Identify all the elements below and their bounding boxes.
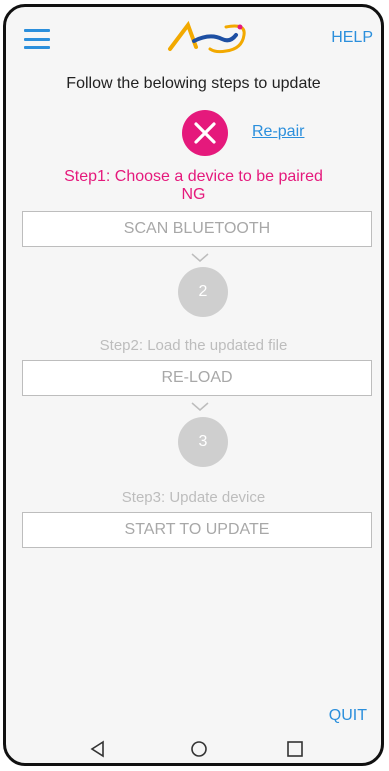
step2-number: 2 <box>198 283 208 300</box>
instructions-text: Follow the belowing steps to update <box>66 75 321 92</box>
reload-button[interactable]: RE-LOAD <box>22 360 372 396</box>
system-navigation-bar <box>6 735 381 763</box>
step3-number: 3 <box>198 433 208 450</box>
phone-frame: HELP Follow the belowing steps to update… <box>3 4 384 766</box>
step1-error-indicator <box>182 110 228 156</box>
triangle-back-icon[interactable] <box>88 739 108 759</box>
scan-bluetooth-button-label: SCAN BLUETOOTH <box>123 220 271 237</box>
app-logo <box>168 20 246 54</box>
start-update-button[interactable]: START TO UPDATE <box>22 512 372 548</box>
repair-link[interactable]: Re-pair <box>252 123 304 141</box>
chevron-down-icon <box>191 402 209 411</box>
step3-indicator: 3 <box>178 417 228 467</box>
close-icon <box>194 122 216 144</box>
app-header: HELP <box>6 7 381 69</box>
quit-button[interactable]: QUIT <box>329 707 367 725</box>
start-update-button-label: START TO UPDATE <box>124 521 270 538</box>
step1-status: NG <box>181 186 206 203</box>
square-recents-icon[interactable] <box>285 739 305 759</box>
hamburger-menu-icon[interactable] <box>24 29 50 49</box>
step2-indicator: 2 <box>178 267 228 317</box>
circle-home-icon[interactable] <box>189 739 209 759</box>
step3-label: Step3: Update device <box>121 489 266 506</box>
chevron-down-icon <box>191 253 209 262</box>
step2-label: Step2: Load the updated file <box>99 337 288 354</box>
step1-label: Step1: Choose a device to be paired <box>64 168 323 185</box>
reload-button-label: RE-LOAD <box>161 369 233 386</box>
scan-bluetooth-button[interactable]: SCAN BLUETOOTH <box>22 211 372 247</box>
help-button[interactable]: HELP <box>331 29 373 47</box>
